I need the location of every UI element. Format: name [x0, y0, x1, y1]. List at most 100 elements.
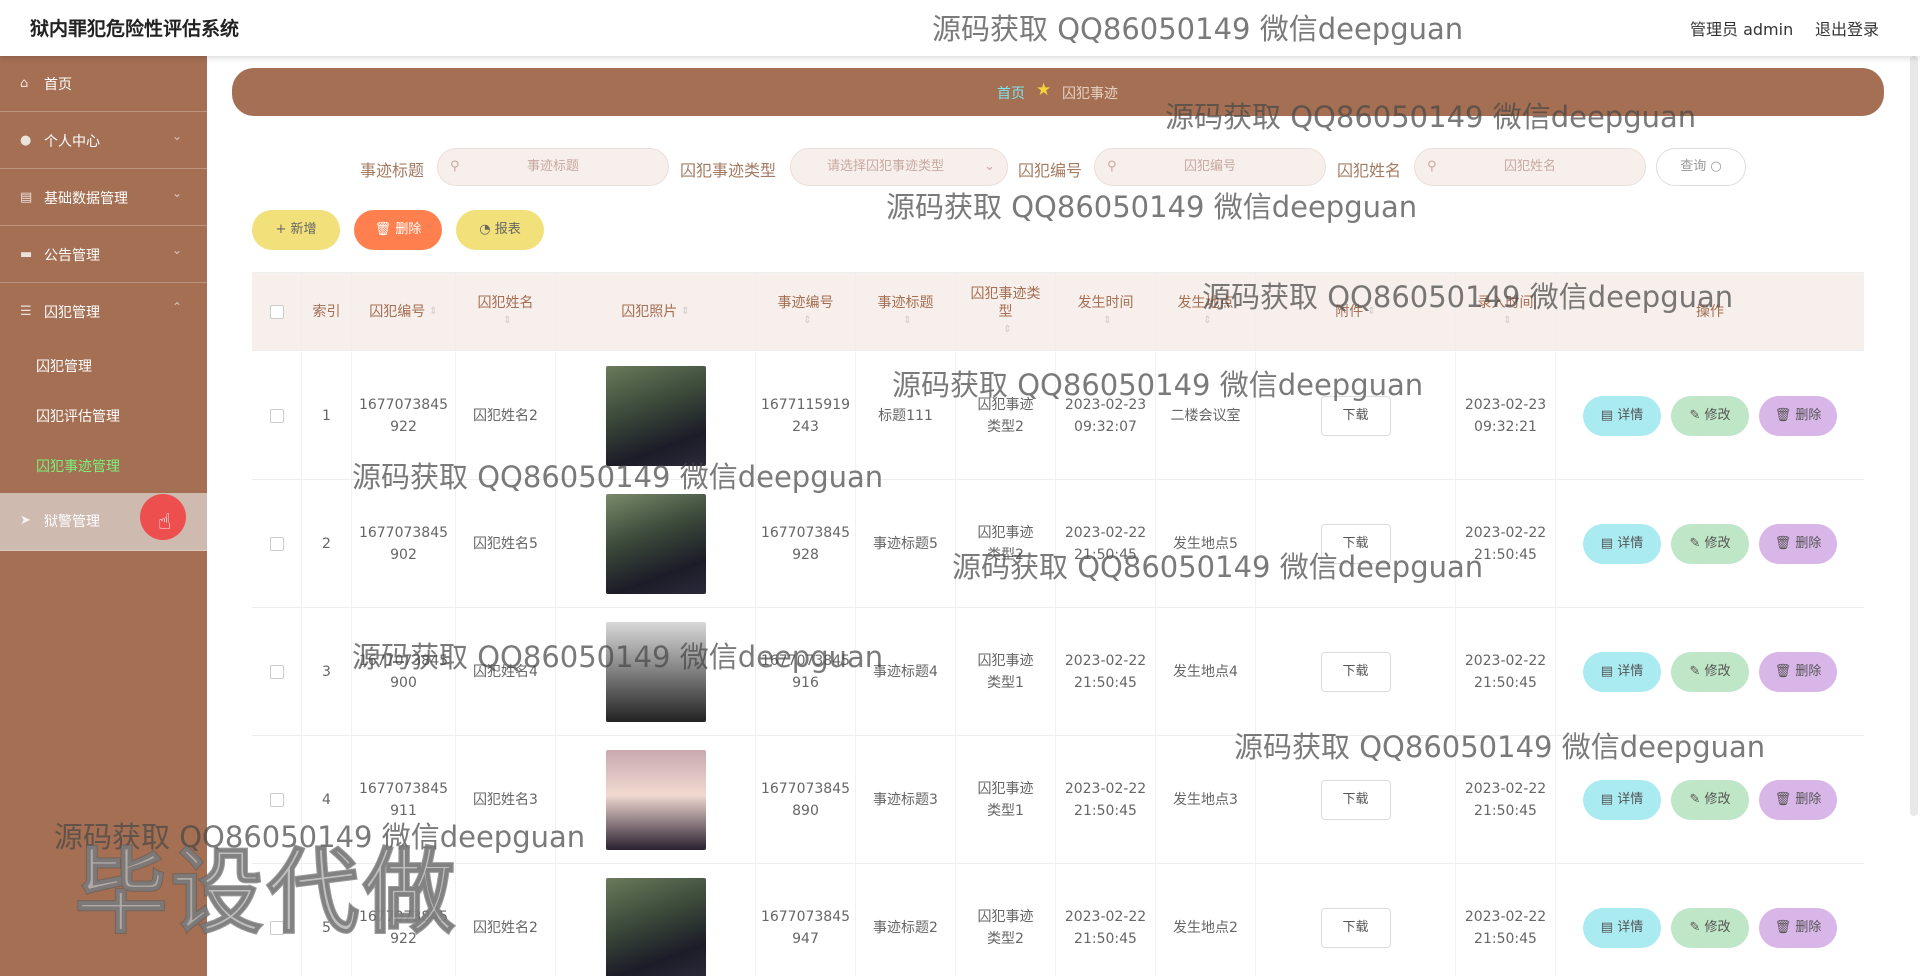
- report-button[interactable]: ◔ 报表: [456, 210, 544, 250]
- header-prisoner-photo[interactable]: 囚犯照片 ⇕: [556, 273, 756, 351]
- cell-photo: [556, 736, 756, 864]
- index-value: 3: [322, 664, 331, 680]
- deed-type-value: 囚犯事迹类型2: [977, 397, 1034, 435]
- sort-icon[interactable]: ⇕: [503, 312, 511, 330]
- top-bar: 狱内罪犯危险性评估系统 管理员 admin 退出登录: [0, 0, 1920, 56]
- sidebar-subitem-prisoner[interactable]: 囚犯管理: [36, 356, 92, 376]
- row-select-cell[interactable]: [252, 608, 302, 736]
- table-row: 1 1677073845922 囚犯姓名2 1677115919243 标题111 囚犯事…: [252, 352, 1864, 480]
- download-button[interactable]: 下载: [1320, 908, 1391, 948]
- row-delete-button[interactable]: 🗑 删除: [1759, 396, 1837, 436]
- breadcrumb-home[interactable]: 首页: [997, 83, 1025, 103]
- logout-link[interactable]: 退出登录: [1815, 16, 1879, 40]
- cell-place: 发生地点5: [1156, 480, 1256, 608]
- place-value: 发生地点4: [1173, 664, 1238, 680]
- add-button[interactable]: + 新增: [252, 210, 340, 250]
- pencil-icon: ✎: [1689, 792, 1701, 807]
- detail-button[interactable]: ▤ 详情: [1583, 396, 1661, 436]
- download-button[interactable]: 下载: [1320, 524, 1391, 564]
- row-delete-button[interactable]: 🗑 删除: [1759, 652, 1837, 692]
- created-value: 2023-02-23 09:32:21: [1464, 397, 1547, 435]
- edit-button[interactable]: ✎ 修改: [1671, 652, 1749, 692]
- row-checkbox[interactable]: [269, 793, 284, 807]
- download-button[interactable]: 下载: [1320, 652, 1391, 692]
- detail-button[interactable]: ▤ 详情: [1583, 652, 1661, 692]
- title-search-input[interactable]: ⚲ 事迹标题: [437, 148, 669, 186]
- sidebar-subitem-deeds[interactable]: 囚犯事迹管理: [36, 456, 120, 476]
- header-created[interactable]: 录入时间 ⇕: [1456, 273, 1556, 351]
- report-label: 报表: [494, 222, 521, 237]
- sidebar-item-basic-data[interactable]: ▤ 基础数据管理 ⌄: [0, 170, 207, 226]
- cell-index: 1: [302, 352, 352, 480]
- query-button[interactable]: 查询 ○: [1656, 148, 1746, 186]
- sidebar-subitem-assessment[interactable]: 囚犯评估管理: [36, 406, 120, 426]
- row-delete-button[interactable]: 🗑 删除: [1759, 908, 1837, 948]
- edit-button[interactable]: ✎ 修改: [1671, 908, 1749, 948]
- search-icon: ⚲: [1107, 159, 1117, 174]
- row-checkbox[interactable]: [269, 409, 284, 423]
- document-icon: ▤: [1600, 664, 1614, 679]
- name-search-input[interactable]: ⚲ 囚犯姓名: [1414, 148, 1646, 186]
- chevron-down-icon: ⌄: [172, 243, 183, 257]
- download-button[interactable]: 下载: [1320, 396, 1391, 436]
- sidebar-item-profile[interactable]: ● 个人中心 ⌄: [0, 113, 207, 169]
- row-delete-button[interactable]: 🗑 删除: [1759, 780, 1837, 820]
- cell-photo: [556, 864, 756, 976]
- header-select-all[interactable]: [252, 273, 302, 351]
- page-scrollbar[interactable]: [1910, 56, 1918, 816]
- sidebar-item-prisoner[interactable]: ☰ 囚犯管理 ⌃: [0, 284, 207, 340]
- download-button[interactable]: 下载: [1320, 780, 1391, 820]
- header-attachment[interactable]: 附件 ⇕: [1256, 273, 1456, 351]
- type-select[interactable]: 请选择囚犯事迹类型 ⌄: [790, 148, 1008, 186]
- header-prisoner-name[interactable]: 囚犯姓名 ⇕: [456, 273, 556, 351]
- detail-button[interactable]: ▤ 详情: [1583, 908, 1661, 948]
- sort-icon[interactable]: ⇕: [1503, 312, 1511, 330]
- row-select-cell[interactable]: [252, 480, 302, 608]
- header-deed-title[interactable]: 事迹标题 ⇕: [856, 273, 956, 351]
- row-checkbox[interactable]: [269, 537, 284, 551]
- edit-button[interactable]: ✎ 修改: [1671, 780, 1749, 820]
- header-deed-no[interactable]: 事迹编号 ⇕: [756, 273, 856, 351]
- sidebar-item-label: 个人中心: [44, 134, 100, 150]
- detail-button[interactable]: ▤ 详情: [1583, 524, 1661, 564]
- star-icon: ★: [1036, 80, 1052, 100]
- edit-button[interactable]: ✎ 修改: [1671, 396, 1749, 436]
- sort-icon[interactable]: ⇕: [903, 312, 911, 330]
- detail-button[interactable]: ▤ 详情: [1583, 780, 1661, 820]
- sort-icon[interactable]: ⇕: [429, 303, 437, 321]
- deed-type-value: 囚犯事迹类型1: [977, 781, 1034, 819]
- cell-deed-no: 1677073845947: [756, 864, 856, 976]
- list-icon: ☰: [20, 304, 32, 319]
- row-checkbox[interactable]: [269, 665, 284, 679]
- header-place[interactable]: 发生地点 ⇕: [1156, 273, 1256, 351]
- select-all-checkbox[interactable]: [269, 305, 284, 319]
- row-select-cell[interactable]: [252, 352, 302, 480]
- sidebar-item-label: 狱警管理: [44, 514, 100, 530]
- sort-icon[interactable]: ⇕: [1367, 303, 1375, 321]
- pencil-icon: ✎: [1689, 920, 1701, 935]
- sort-icon[interactable]: ⇕: [1203, 312, 1211, 330]
- prisoner-no-value: 1677073845922: [358, 397, 449, 435]
- deed-title-value: 事迹标题2: [873, 920, 938, 936]
- header-prisoner-no[interactable]: 囚犯编号 ⇕: [352, 273, 456, 351]
- sidebar-item-notice[interactable]: ▬ 公告管理 ⌄: [0, 227, 207, 283]
- cell-place: 发生地点2: [1156, 864, 1256, 976]
- header-deed-type[interactable]: 囚犯事迹类型 ⇕: [956, 273, 1056, 351]
- cell-time: 2023-02-22 21:50:45: [1056, 608, 1156, 736]
- sort-icon[interactable]: ⇕: [681, 303, 689, 321]
- trash-icon: 🗑: [1774, 536, 1792, 551]
- cell-photo: [556, 480, 756, 608]
- prisoner-no-value: 1677073845911: [358, 781, 449, 819]
- cell-deed-no: 1677073845928: [756, 480, 856, 608]
- sidebar-item-home[interactable]: ⌂ 首页: [0, 56, 207, 112]
- edit-button[interactable]: ✎ 修改: [1671, 524, 1749, 564]
- sort-icon[interactable]: ⇕: [1103, 312, 1111, 330]
- sort-icon[interactable]: ⇕: [1003, 321, 1011, 339]
- deed-type-value: 囚犯事迹类型2: [977, 525, 1034, 563]
- row-delete-button[interactable]: 🗑 删除: [1759, 524, 1837, 564]
- cell-deed-type: 囚犯事迹类型1: [956, 608, 1056, 736]
- no-search-input[interactable]: ⚲ 囚犯编号: [1094, 148, 1326, 186]
- batch-delete-button[interactable]: 🗑 删除: [354, 210, 442, 250]
- header-time[interactable]: 发生时间 ⇕: [1056, 273, 1156, 351]
- sort-icon[interactable]: ⇕: [803, 312, 811, 330]
